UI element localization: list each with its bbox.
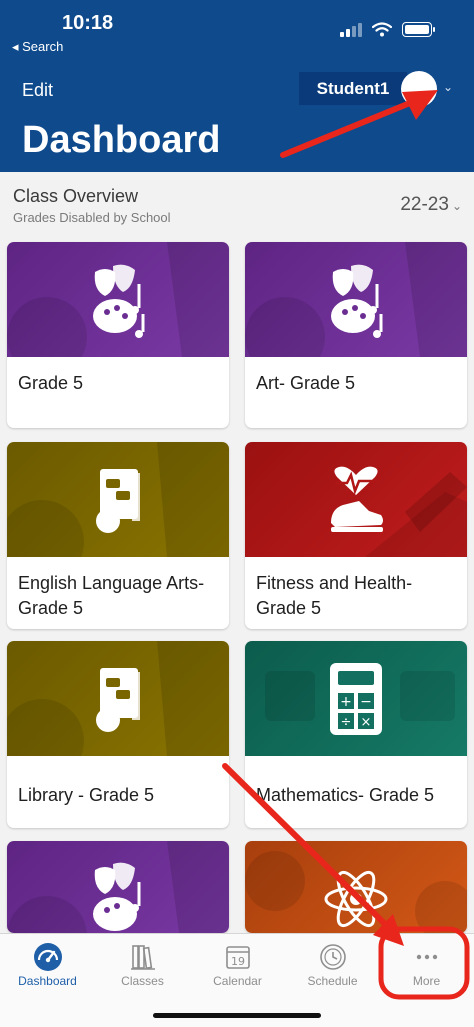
class-overview-header: Class Overview Grades Disabled by School… [0, 172, 474, 234]
calendar-day: 19 [231, 955, 245, 968]
class-banner [7, 641, 229, 756]
class-overview-subtitle: Grades Disabled by School [13, 210, 171, 225]
chevron-down-icon: ⌄ [451, 199, 462, 213]
class-banner [245, 841, 467, 933]
class-banner [245, 242, 467, 357]
tab-classes[interactable]: Classes [95, 934, 190, 994]
school-year-value: 22-23 [400, 194, 449, 215]
arts-icon [93, 264, 145, 338]
class-name: Art- Grade 5 [256, 373, 356, 393]
calculator-icon: + − ÷ × [330, 662, 382, 735]
class-banner [7, 242, 229, 357]
class-card[interactable]: Fitness and Health- Grade 5 [245, 442, 467, 629]
class-banner [7, 841, 229, 933]
tab-calendar[interactable]: 19 Calendar [190, 934, 285, 994]
svg-text:÷: ÷ [341, 715, 352, 730]
tab-label: Dashboard [18, 974, 77, 988]
status-time: 10:18 [62, 12, 114, 34]
calendar-icon: 19 [225, 946, 250, 969]
class-banner: + − ÷ × [245, 641, 467, 756]
class-name: Fitness and Health- Grade 5 [256, 573, 413, 618]
tab-schedule[interactable]: Schedule [285, 934, 380, 994]
class-card[interactable] [245, 841, 467, 933]
class-name: Mathematics- Grade 5 [256, 785, 435, 805]
tab-more[interactable]: More [379, 934, 474, 994]
app-header: 10:18 ◂ Search Edit Student1 ⌄ Dashboard [0, 0, 474, 172]
more-dots-icon [416, 954, 437, 960]
reading-icon [96, 468, 140, 533]
class-name: Library - Grade 5 [18, 785, 155, 805]
avatar[interactable] [401, 71, 437, 107]
svg-text:+: + [340, 694, 352, 710]
page-title: Dashboard [22, 119, 221, 161]
school-year-selector[interactable]: 22-23 ⌄ [400, 194, 462, 216]
svg-text:−: − [360, 694, 372, 710]
dashboard-gauge-icon [33, 943, 62, 971]
arts-icon [93, 862, 141, 931]
class-name: English Language Arts- Grade 5 [18, 573, 205, 618]
heart-sneaker-icon [331, 466, 383, 532]
reading-icon [96, 667, 140, 732]
books-icon [130, 945, 155, 970]
class-card[interactable]: Grade 5 [7, 242, 229, 428]
tab-label: Schedule [307, 974, 358, 988]
chevron-down-icon[interactable]: ⌄ [443, 80, 453, 94]
class-card[interactable]: Art- Grade 5 [245, 242, 467, 428]
student-selector[interactable]: Student1 [299, 72, 407, 105]
home-indicator [153, 1013, 321, 1018]
back-to-search-link[interactable]: ◂ Search [12, 39, 63, 55]
tab-label: Calendar [213, 974, 262, 988]
tab-label: Classes [121, 974, 164, 988]
class-name: Grade 5 [18, 373, 84, 393]
class-card[interactable]: Library - Grade 5 [7, 641, 229, 828]
edit-button[interactable]: Edit [22, 80, 53, 101]
class-banner [7, 442, 229, 557]
atom-icon [324, 870, 388, 928]
class-overview-title: Class Overview [13, 186, 139, 206]
svg-text:×: × [361, 715, 372, 730]
wifi-icon [372, 22, 392, 37]
status-icons [340, 22, 435, 37]
class-card[interactable]: English Language Arts- Grade 5 [7, 442, 229, 629]
arts-icon [331, 264, 383, 338]
signal-icon [340, 22, 362, 37]
class-card[interactable]: + − ÷ × Mathematics- Grade 5 [245, 641, 467, 828]
tab-label: More [412, 974, 441, 988]
battery-icon [402, 22, 435, 37]
tab-dashboard[interactable]: Dashboard [0, 934, 95, 994]
class-banner [245, 442, 467, 557]
class-card[interactable] [7, 841, 229, 933]
clock-icon [319, 944, 346, 970]
